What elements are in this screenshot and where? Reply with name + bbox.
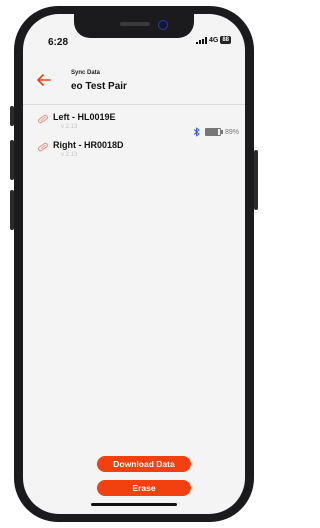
status-bar-right: 4G 88 xyxy=(195,36,231,44)
device-item-right[interactable]: Right - HR0018D v 2.13 xyxy=(37,140,237,168)
status-battery: 88 xyxy=(220,36,231,44)
mute-switch xyxy=(10,106,14,126)
page-subtitle: Sync Data xyxy=(71,70,101,76)
page-header: Sync Data eo Test Pair xyxy=(23,60,245,105)
app-screen: 6:28 4G 88 Sync Data eo Test Pair Left -… xyxy=(23,14,245,514)
erase-button[interactable]: Erase xyxy=(97,480,191,496)
speaker xyxy=(120,22,150,26)
battery-icon xyxy=(205,128,223,136)
device-version: v 2.13 xyxy=(61,152,78,158)
volume-up-button xyxy=(10,140,14,180)
camera xyxy=(158,20,168,30)
status-time: 6:28 xyxy=(48,37,69,48)
hearing-device-icon xyxy=(38,142,48,152)
download-data-button[interactable]: Download Data xyxy=(97,456,191,472)
bluetooth-icon xyxy=(193,127,200,137)
home-indicator xyxy=(91,503,177,506)
device-version: v 2.13 xyxy=(61,124,78,130)
notch xyxy=(74,14,194,38)
device-name: Left - HL0019E xyxy=(53,112,116,122)
battery-percent: 89% xyxy=(225,128,240,136)
volume-down-button xyxy=(10,190,14,230)
power-button xyxy=(254,150,258,210)
back-arrow-icon[interactable] xyxy=(37,74,51,86)
page-title: eo Test Pair xyxy=(71,81,127,92)
signal-icon xyxy=(195,36,207,44)
connection-status: 89% xyxy=(193,127,239,137)
hearing-device-icon xyxy=(38,114,48,124)
network-label: 4G xyxy=(208,36,219,44)
device-name: Right - HR0018D xyxy=(53,140,124,150)
